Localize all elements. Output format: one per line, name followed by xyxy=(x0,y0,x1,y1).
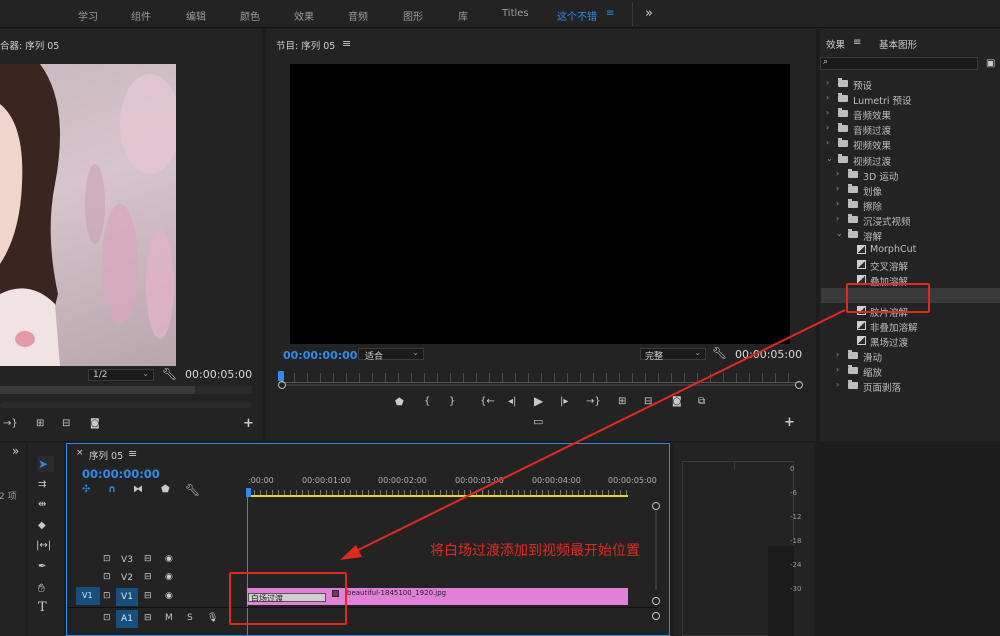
meter-scale-label: -6 xyxy=(790,489,797,497)
annotation-text: 将白场过渡添加到视频最开始位置 xyxy=(430,543,640,559)
meter-scale-label: -12 xyxy=(790,513,802,521)
meter-scale-label: 0 xyxy=(790,465,795,473)
audio-meter-panel: 0 -6 -12 -18 -24 -30 xyxy=(674,443,814,636)
divider xyxy=(734,461,735,469)
meter-scale-label: -18 xyxy=(790,537,802,545)
meter-scale-label: -30 xyxy=(790,585,802,593)
meter-scale-label: -24 xyxy=(790,561,802,569)
